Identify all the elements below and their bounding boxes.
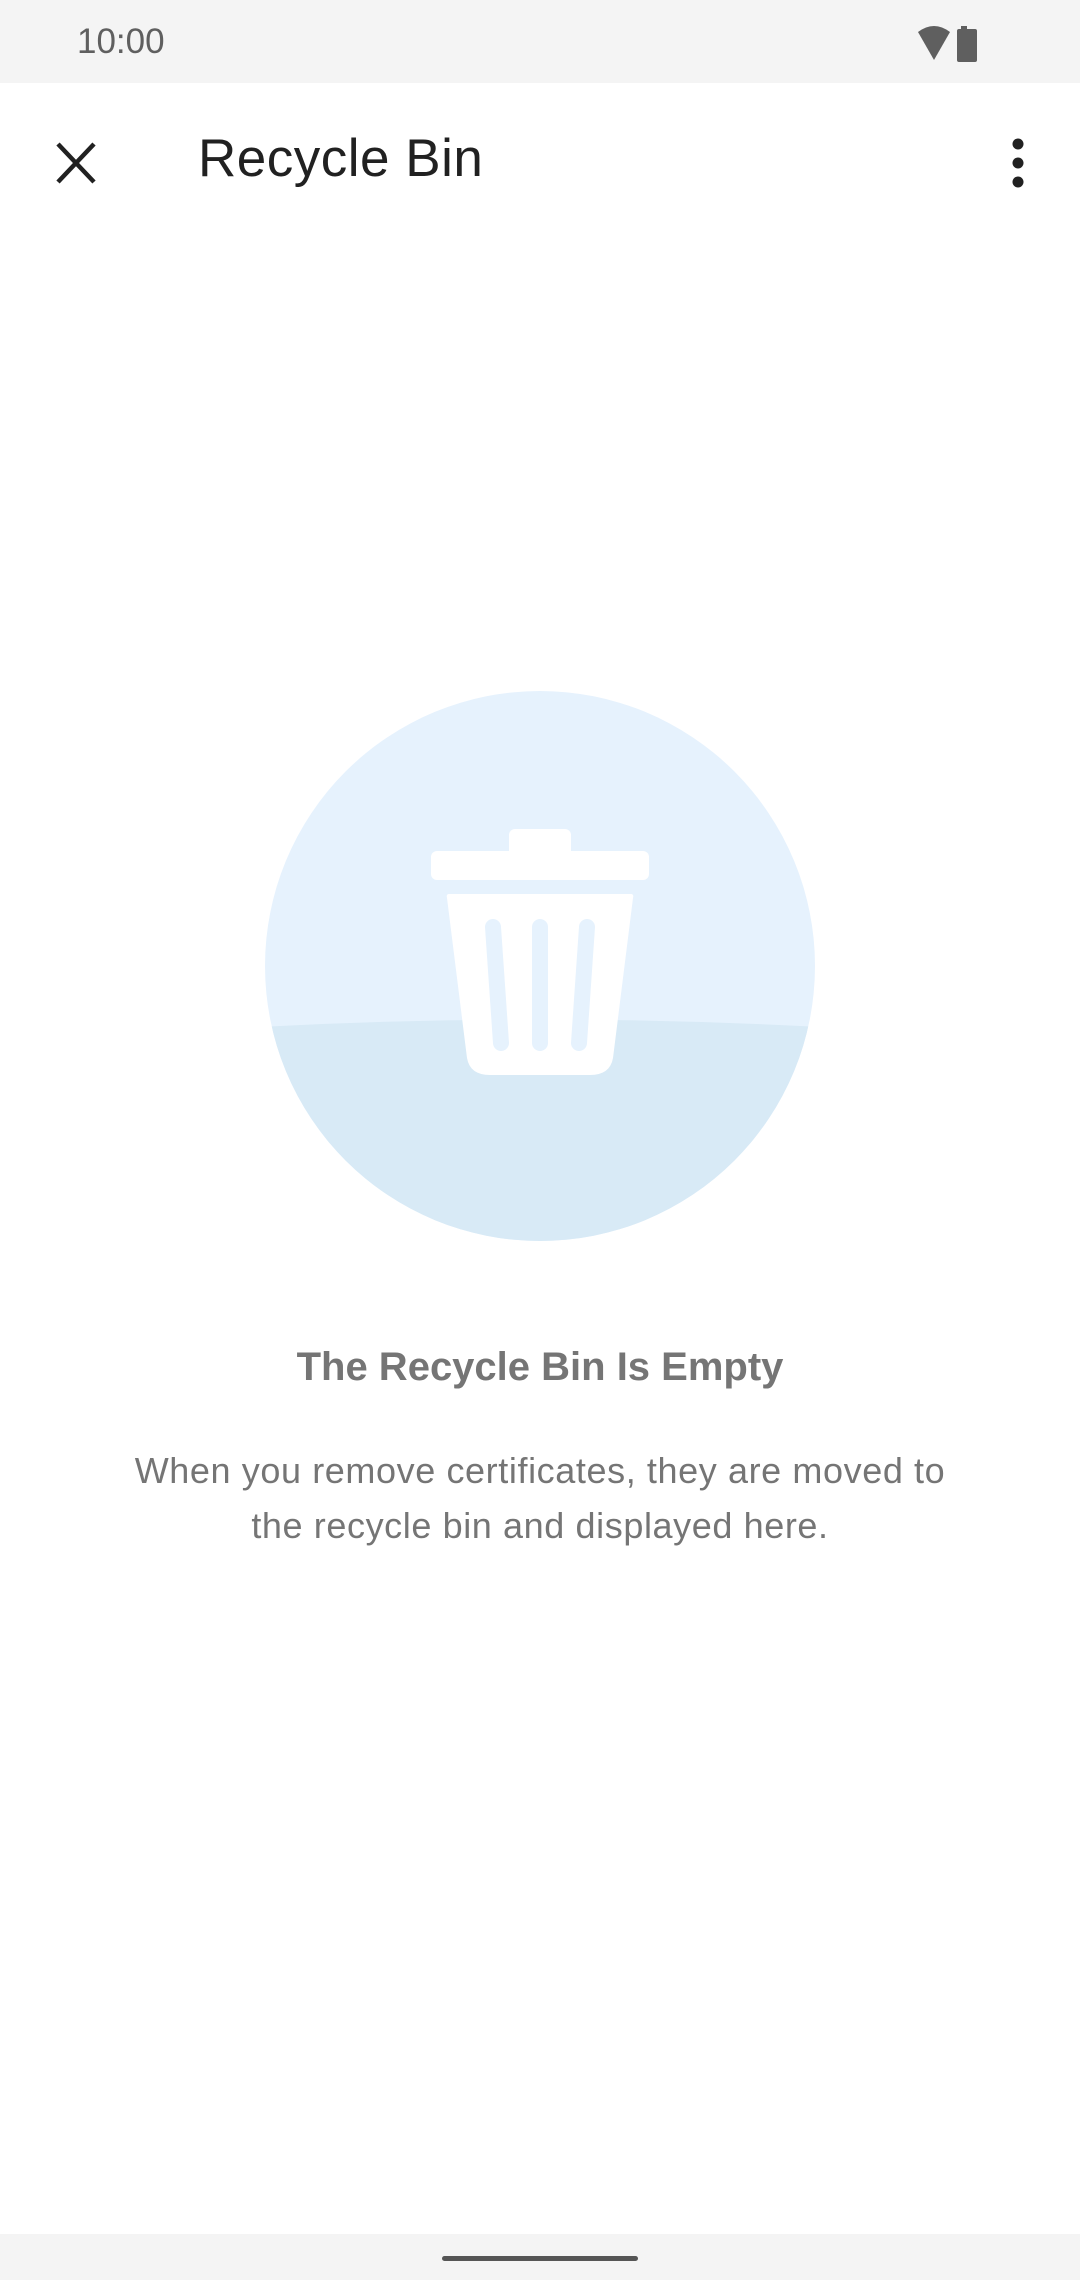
empty-state-heading: The Recycle Bin Is Empty <box>296 1345 784 1389</box>
description-line-2: the recycle bin and displayed here. <box>251 1505 829 1546</box>
navigation-bar <box>0 2234 1080 2280</box>
description-line-1: When you remove certificates, they are m… <box>134 1450 946 1491</box>
empty-illustration <box>265 691 815 1241</box>
home-gesture-handle[interactable] <box>442 2256 638 2261</box>
empty-state-description: When you remove certificates, they are m… <box>80 1443 1000 1553</box>
